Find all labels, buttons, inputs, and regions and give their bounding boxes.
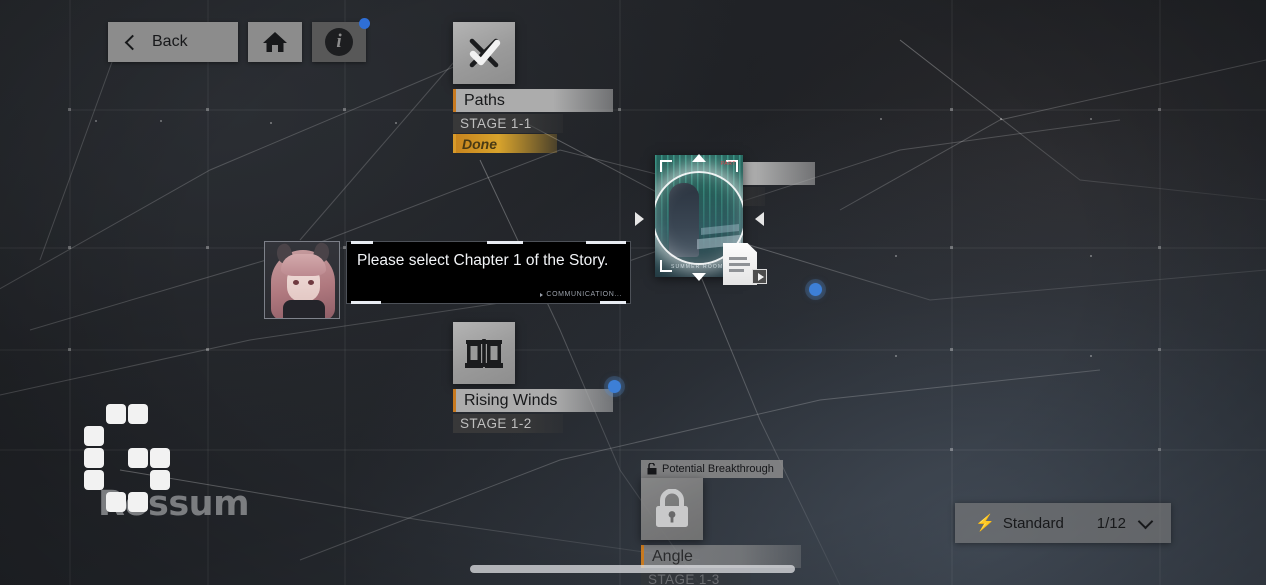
marker-triangle-right-icon [755,212,764,226]
chevron-down-icon[interactable] [1137,513,1154,529]
dialog-tick-bl [351,301,381,304]
unlock-icon [647,463,657,475]
dialog-tick-tl [351,241,373,244]
difficulty-label: Standard [1002,514,1064,532]
angle-node-icon-box[interactable] [641,478,703,540]
logo-pixel-grid [84,404,170,512]
rising-winds-node-icon-box[interactable] [453,322,515,384]
dialog-tag: COMMUNICATION... [540,291,622,298]
home-icon [263,32,287,52]
rising-winds-node-subtitle: STAGE 1-2 [453,414,563,433]
marker-triangle-bottom-icon [692,273,706,281]
card-top-label: PART [720,161,736,167]
stage-count: 1/12 [1096,514,1126,532]
portrait-eye-right [308,280,314,285]
rising-winds-node-title: Rising Winds [453,389,613,412]
crossed-weapons-check-icon [469,38,501,68]
marker-triangle-left-icon [635,212,644,226]
corner-bracket-tl-icon [660,160,672,172]
tooltip-label: Potential Breakthrough [662,463,774,475]
top-toolbar: Back i [108,18,370,62]
explore-notification-dot-icon [809,283,822,296]
open-book-icon [465,339,503,368]
rising-winds-notification-dot-icon [608,380,621,393]
chevron-left-icon [124,34,141,50]
portrait-eye-left [293,280,299,285]
node-explore[interactable]: PART SUMMER ROOM Explore PART.1 [635,154,822,296]
portrait-body [283,300,325,318]
story-map-screen: Back i Paths STAGE 1-1 Done PART SUMMER … [0,0,1266,585]
back-button[interactable]: Back [108,22,238,62]
info-icon: i [325,28,353,56]
dialog-tick-tc [487,241,523,244]
rossum-logo: Rossum [84,404,250,524]
dialog-text: Please select Chapter 1 of the Story. [357,252,609,269]
back-button-label: Back [152,33,188,50]
horizontal-scrollbar-thumb[interactable] [470,565,795,573]
paths-node-subtitle: STAGE 1-1 [453,114,563,133]
dialog-tick-br [600,301,626,304]
difficulty-selector[interactable]: ⚡ Standard 1/12 [955,503,1171,543]
portrait-fringe [281,254,326,276]
paths-status-badge: Done [453,134,557,153]
home-button[interactable] [248,22,302,62]
paths-node-icon-box[interactable] [453,22,515,84]
potential-breakthrough-tooltip: Potential Breakthrough [641,460,783,478]
dialog-tick-tr [586,241,626,244]
card-bottom-label: SUMMER ROOM [671,264,724,270]
node-paths[interactable]: Paths STAGE 1-1 Done [453,22,613,153]
play-icon[interactable] [752,269,767,284]
avatar [264,241,340,319]
notification-dot-icon [359,18,370,29]
info-button[interactable]: i [312,18,370,62]
paths-node-title: Paths [453,89,613,112]
lock-icon [656,489,688,527]
node-rising-winds[interactable]: Rising Winds STAGE 1-2 [453,322,621,433]
dialog-container: Please select Chapter 1 of the Story. CO… [264,241,631,319]
dialog-box[interactable]: Please select Chapter 1 of the Story. CO… [346,241,631,304]
lightning-bolt-icon: ⚡ [975,515,995,532]
marker-triangle-top-icon [692,154,706,162]
